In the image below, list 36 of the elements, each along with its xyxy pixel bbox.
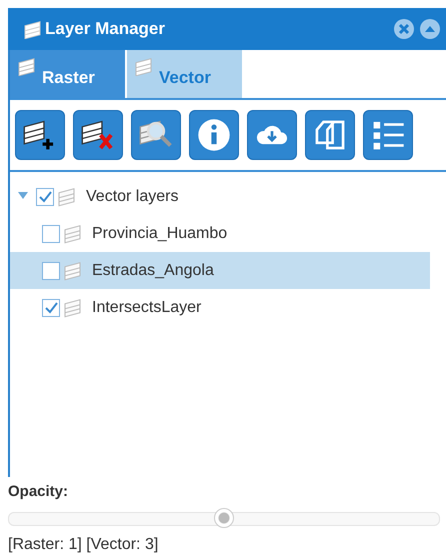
layers-icon	[64, 296, 82, 318]
add-layer-button[interactable]	[15, 110, 65, 160]
layers-icon	[64, 260, 82, 282]
selected-row[interactable]: Estradas_Angola	[10, 252, 430, 289]
layer-label: Estradas_Angola	[92, 262, 214, 280]
slider-thumb[interactable]	[214, 508, 234, 528]
layer-label: Vector layers	[86, 188, 178, 206]
layers-icon	[24, 19, 42, 39]
checkbox[interactable]	[36, 188, 54, 206]
opacity-label: Opacity:	[8, 483, 70, 500]
layers-icon	[64, 222, 82, 244]
remove-layer-icon	[81, 118, 115, 152]
info-button[interactable]	[189, 110, 239, 160]
tree-row[interactable]: IntersectsLayer	[10, 289, 430, 326]
cloud-download-button[interactable]	[247, 110, 297, 160]
close-icon[interactable]	[394, 19, 414, 39]
info-icon	[197, 118, 231, 152]
checkbox[interactable]	[42, 262, 60, 280]
copy-button[interactable]	[305, 110, 355, 160]
checkbox[interactable]	[42, 224, 60, 242]
status-text: [Raster: 1] [Vector: 3]	[8, 536, 160, 554]
layers-icon	[135, 56, 153, 76]
magnifier-button[interactable]	[131, 110, 181, 160]
layer-label: Provincia_Huambo	[92, 224, 228, 242]
list-button[interactable]	[363, 110, 413, 160]
layer-label: IntersectsLayer	[92, 298, 202, 316]
tree-row[interactable]: Vector layers	[10, 178, 430, 215]
remove-layer-button[interactable]	[73, 110, 123, 160]
window-title: Layer Manager	[45, 19, 165, 39]
layers-icon	[18, 56, 36, 76]
collapse-icon[interactable]	[420, 19, 440, 39]
copy-icon	[313, 118, 347, 152]
layers-icon	[58, 186, 76, 208]
expand-arrow-icon[interactable]	[18, 192, 28, 202]
checkbox[interactable]	[42, 298, 60, 316]
tree-row[interactable]: Provincia_Huambo	[10, 215, 430, 252]
